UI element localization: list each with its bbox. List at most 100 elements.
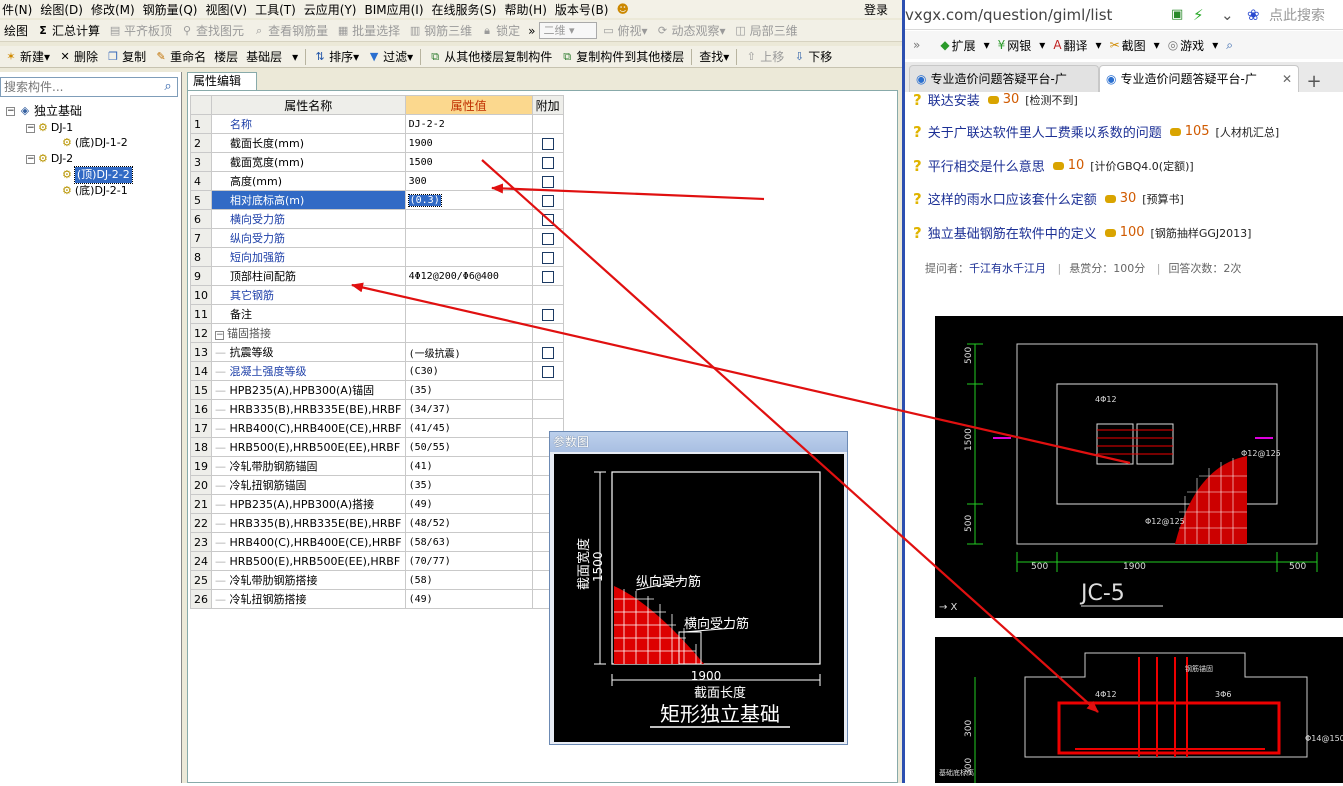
- floor-dropdown[interactable]: 基础层 ▾: [242, 47, 302, 67]
- menu-rebar[interactable]: 钢筋量(Q): [141, 1, 204, 18]
- add-checkbox[interactable]: [541, 270, 554, 283]
- property-value[interactable]: 1900: [404, 133, 533, 153]
- add-checkbox[interactable]: [541, 308, 554, 321]
- property-value[interactable]: (49): [404, 494, 533, 514]
- find-button[interactable]: 查找 ▾: [695, 47, 733, 67]
- filter-button[interactable]: ▼ 过滤 ▾: [363, 47, 417, 67]
- table-row[interactable]: 4 高度(mm) 300: [190, 171, 564, 191]
- add-checkbox[interactable]: [541, 346, 554, 359]
- chevron-down-icon[interactable]: ⌄: [1221, 6, 1234, 24]
- property-name[interactable]: 短向加强筋: [211, 247, 406, 267]
- table-row[interactable]: 5 相对底标高(m) (0.3): [190, 190, 564, 210]
- sum-calc-button[interactable]: Σ 汇总计算: [32, 21, 104, 41]
- find-element-button[interactable]: ⚲ 查找图元: [176, 21, 248, 41]
- property-value[interactable]: (70/77): [404, 551, 533, 571]
- property-name[interactable]: — 抗震等级: [211, 342, 406, 362]
- menu-modify[interactable]: 修改(M): [89, 1, 141, 18]
- property-value[interactable]: 4Φ12@200/Φ6@400: [404, 266, 533, 286]
- property-name[interactable]: 相对底标高(m): [211, 190, 406, 210]
- property-name[interactable]: — HRB500(E),HRB500E(EE),HRBF: [211, 437, 406, 457]
- table-row[interactable]: 14— 混凝土强度等级 (C30): [190, 361, 564, 381]
- lock-button[interactable]: 🔒︎ 锁定: [476, 21, 524, 41]
- table-row[interactable]: 19— 冷轧带肋钢筋锚固 (41): [190, 456, 564, 476]
- property-name[interactable]: — 混凝土强度等级: [211, 361, 406, 381]
- address-bar[interactable]: vxgx.com/question/giml/list ▣ ⚡ ⌄ ❀ 点此搜索: [905, 0, 1343, 30]
- property-value[interactable]: [404, 209, 533, 229]
- delete-button[interactable]: ✕ 删除: [54, 47, 102, 67]
- copy-from-floor-button[interactable]: ⧉ 从其他楼层复制构件: [424, 47, 556, 67]
- toolbar-games[interactable]: 游戏: [1180, 37, 1204, 54]
- menu-version[interactable]: 版本号(B): [553, 1, 615, 18]
- table-row[interactable]: 26— 冷轧扭钢筋搭接 (49): [190, 589, 564, 609]
- property-value[interactable]: 300: [404, 171, 533, 191]
- tree-node-dj2[interactable]: − ⚙ DJ-2: [26, 151, 73, 167]
- table-row[interactable]: 18— HRB500(E),HRB500E(EE),HRBF (50/55): [190, 437, 564, 457]
- add-checkbox[interactable]: [541, 232, 554, 245]
- move-up-button[interactable]: ⇧ 上移: [740, 47, 788, 67]
- toolbar-extensions[interactable]: 扩展: [952, 37, 976, 54]
- property-name[interactable]: 备注: [211, 304, 406, 324]
- table-row[interactable]: 25— 冷轧带肋钢筋搭接 (58): [190, 570, 564, 590]
- property-value[interactable]: [404, 247, 533, 267]
- property-value[interactable]: [404, 323, 533, 343]
- menu-cloud[interactable]: 云应用(Y): [302, 1, 363, 18]
- table-row[interactable]: 2 截面长度(mm) 1900: [190, 133, 564, 153]
- menu-tools[interactable]: 工具(T): [253, 1, 302, 18]
- copy-button[interactable]: ❐ 复制: [102, 47, 150, 67]
- collapse-icon[interactable]: −: [26, 154, 35, 164]
- property-value[interactable]: (34/37): [404, 399, 533, 419]
- draw-button[interactable]: 绘图: [0, 21, 32, 41]
- menu-help[interactable]: 帮助(H): [502, 1, 552, 18]
- property-name[interactable]: 高度(mm): [211, 171, 406, 191]
- property-name[interactable]: — HPB235(A),HPB300(A)锚固: [211, 380, 406, 400]
- menu-draw[interactable]: 绘图(D): [38, 1, 89, 18]
- top-view-button[interactable]: ▭ 俯视 ▾: [597, 21, 651, 41]
- property-value[interactable]: (58): [404, 570, 533, 590]
- lightning-icon[interactable]: ⚡: [1193, 6, 1204, 24]
- browser-tab-2[interactable]: ◉ 专业造价问题答疑平台-广 ✕: [1099, 65, 1299, 92]
- tab-property-edit[interactable]: 属性编辑: [187, 72, 257, 90]
- property-value[interactable]: DJ-2-2: [404, 114, 533, 134]
- property-value[interactable]: (C30): [404, 361, 533, 381]
- table-row[interactable]: 23— HRB400(C),HRB400E(CE),HRBF (58/63): [190, 532, 564, 552]
- browser-tab-1[interactable]: ◉ 专业造价问题答疑平台-广: [909, 65, 1099, 92]
- table-row[interactable]: 17— HRB400(C),HRB400E(CE),HRBF (41/45): [190, 418, 564, 438]
- parameter-diagram-window[interactable]: 参数图 截面宽度 1500 纵向受力筋 横向受力筋 1900 截面长度 矩形独立…: [549, 431, 848, 745]
- property-name[interactable]: 纵向受力筋: [211, 228, 406, 248]
- search-hint[interactable]: 点此搜索: [1269, 5, 1325, 25]
- close-icon[interactable]: ✕: [1282, 66, 1292, 92]
- tree-node-dj2-bottom[interactable]: ⚙ (底)DJ-2-1: [62, 183, 128, 199]
- property-value[interactable]: [404, 304, 533, 324]
- dynamic-view-button[interactable]: ⟳ 动态观察 ▾: [652, 21, 730, 41]
- more-tools-button[interactable]: »: [524, 21, 539, 41]
- new-button[interactable]: ✶ 新建 ▾: [0, 47, 54, 67]
- tree-node-root[interactable]: − ◈ 独立基础: [6, 103, 82, 119]
- question-item-2[interactable]: ? 关于广联达软件里人工费乘以系数的问题 105 [人材机汇总]: [913, 122, 1279, 142]
- property-value[interactable]: (一级抗震): [404, 342, 533, 362]
- property-name[interactable]: — HRB400(C),HRB400E(CE),HRBF: [211, 532, 406, 552]
- property-value[interactable]: (35): [404, 380, 533, 400]
- add-checkbox[interactable]: [541, 251, 554, 264]
- tree-node-dj1-bottom[interactable]: ⚙ (底)DJ-1-2: [62, 135, 128, 151]
- add-checkbox[interactable]: [541, 156, 554, 169]
- table-row[interactable]: 3 截面宽度(mm) 1500: [190, 152, 564, 172]
- property-name[interactable]: − 锚固搭接: [211, 323, 406, 343]
- collapse-icon[interactable]: −: [215, 331, 224, 340]
- property-name[interactable]: — 冷轧带肋钢筋锚固: [211, 456, 406, 476]
- table-row[interactable]: 24— HRB500(E),HRB500E(EE),HRBF (70/77): [190, 551, 564, 571]
- question-item-4[interactable]: ? 这样的雨水口应该套什么定额 30 [预算书]: [913, 189, 1184, 209]
- view-rebar-button[interactable]: ⌕ 查看钢筋量: [248, 21, 332, 41]
- toolbar-screenshot[interactable]: 截图: [1122, 37, 1146, 54]
- table-row[interactable]: 13— 抗震等级 (一级抗震): [190, 342, 564, 362]
- table-row[interactable]: 8 短向加强筋: [190, 247, 564, 267]
- menu-bim[interactable]: BIM应用(I): [362, 1, 429, 18]
- search-icon[interactable]: ⌕: [1226, 38, 1233, 53]
- paw-icon[interactable]: ❀: [1247, 6, 1260, 24]
- property-name[interactable]: 其它钢筋: [211, 285, 406, 305]
- double-chevron-icon[interactable]: »: [913, 38, 920, 52]
- collapse-icon[interactable]: −: [6, 106, 15, 116]
- add-checkbox[interactable]: [541, 213, 554, 226]
- property-value[interactable]: (48/52): [404, 513, 533, 533]
- property-name[interactable]: 截面长度(mm): [211, 133, 406, 153]
- toolbar-bank[interactable]: 网银: [1007, 37, 1031, 54]
